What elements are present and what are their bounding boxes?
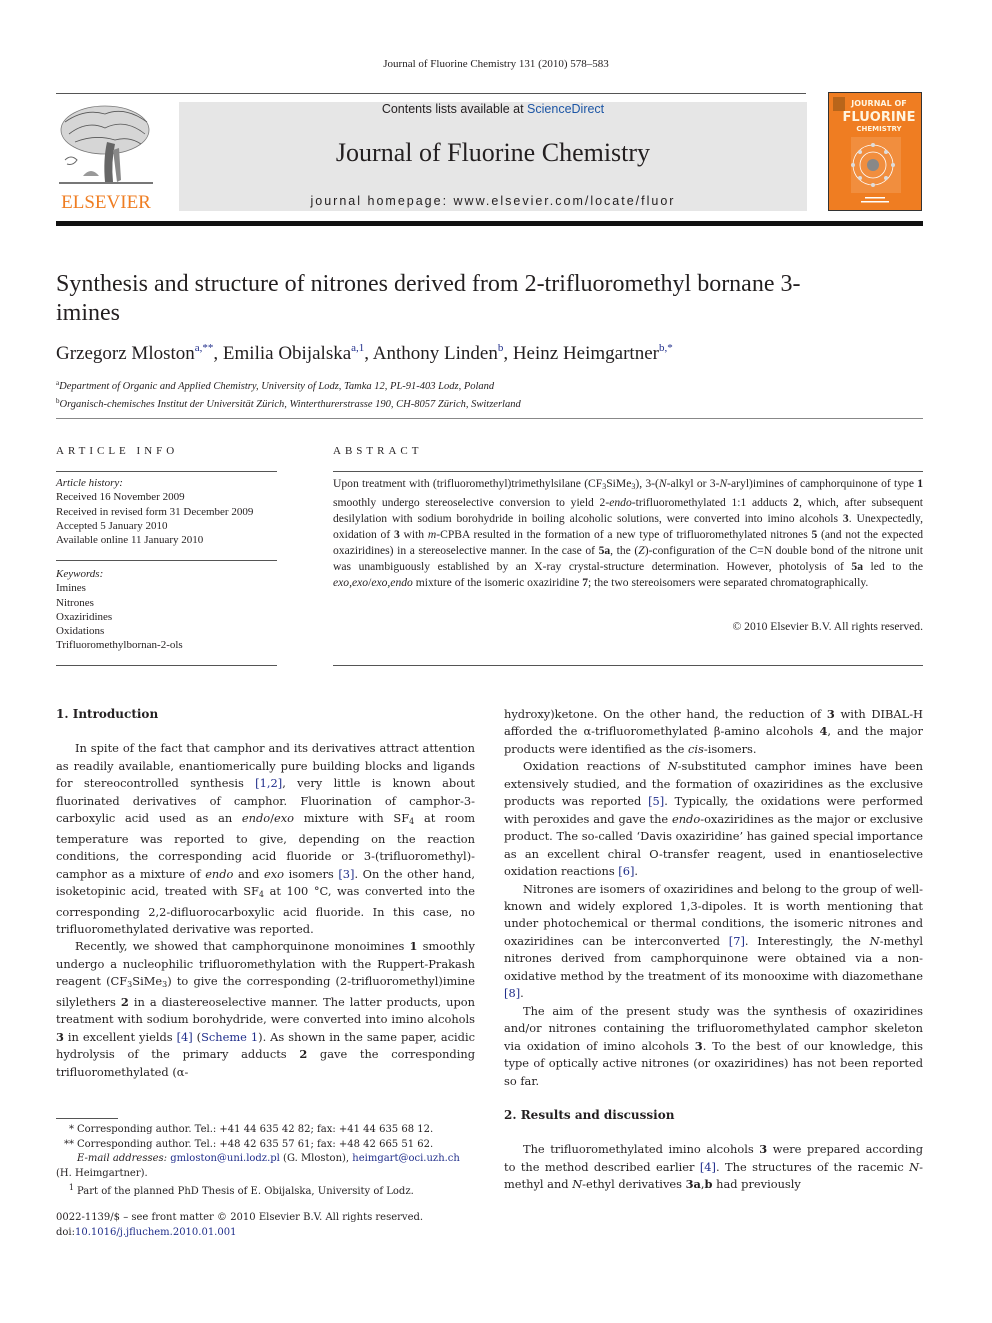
author-affil-mark[interactable]: b	[498, 342, 504, 354]
email-link[interactable]: gmloston@uni.lodz.pl	[170, 1153, 280, 1164]
history-item: Received in revised form 31 December 200…	[56, 505, 254, 518]
journal-homepage[interactable]: journal homepage: www.elsevier.com/locat…	[179, 194, 807, 208]
author-name[interactable]: Anthony Linden	[373, 343, 498, 364]
footnote-mark: *	[69, 1124, 74, 1135]
header-rule	[56, 93, 806, 94]
elsevier-logo[interactable]: ELSEVIER	[55, 100, 157, 213]
keyword: Nitrones	[56, 596, 94, 609]
footnote-mark: **	[64, 1138, 74, 1150]
doi-prefix: doi:	[56, 1226, 75, 1238]
keyword: Trifluoromethylbornan-2-ols	[56, 639, 183, 652]
author-affil-mark[interactable]: a,1	[351, 342, 364, 354]
footnote-mark: 1	[68, 1183, 74, 1193]
abstract-heading: ABSTRACT	[333, 445, 423, 457]
footnote-corresponding-1: * Corresponding author. Tel.: +41 44 635 …	[56, 1123, 486, 1138]
paragraph: Recently, we showed that camphorquinone …	[56, 939, 475, 1079]
footnote-1: 1 Part of the planned PhD Thesis of E. Ob…	[56, 1181, 486, 1200]
article-info-heading: ARTICLE INFO	[56, 445, 179, 457]
citation-link[interactable]: [4]	[177, 1030, 193, 1044]
journal-reference: Journal of Fluorine Chemistry 131 (2010)…	[383, 58, 609, 70]
body-column-right: hydroxy)ketone. On the other hand, the r…	[504, 706, 923, 1194]
citation-link[interactable]: [4]	[700, 1160, 716, 1174]
keywords: Keywords: Imines Nitrones Oxaziridines O…	[56, 567, 286, 653]
svg-text:FLUORINE: FLUORINE	[843, 110, 916, 125]
paragraph: hydroxy)ketone. On the other hand, the r…	[504, 707, 923, 756]
affiliation: aDepartment of Organic and Applied Chemi…	[56, 376, 521, 394]
keywords-rule	[56, 560, 277, 561]
issn-line: 0022-1139/$ – see front matter © 2010 El…	[56, 1212, 424, 1223]
footnotes: * Corresponding author. Tel.: +41 44 635 …	[56, 1123, 486, 1200]
affiliation-text: Department of Organic and Applied Chemis…	[59, 381, 495, 392]
journal-cover-icon: JOURNAL OF FLUORINE CHEMISTRY	[833, 97, 916, 203]
author-affil-mark[interactable]: b,*	[659, 342, 673, 354]
section-heading-results: 2. Results and discussion	[504, 1107, 675, 1122]
history-label: Article history:	[56, 477, 123, 489]
section-heading-introduction: 1. Introduction	[56, 707, 159, 721]
affiliations: aDepartment of Organic and Applied Chemi…	[56, 376, 521, 412]
citation-link[interactable]: [3]	[338, 867, 354, 881]
affiliation: bOrganisch-chemisches Institut der Unive…	[56, 394, 521, 412]
journal-cover-image[interactable]: JOURNAL OF FLUORINE CHEMISTRY	[828, 92, 922, 211]
contents-line: Contents lists available at ScienceDirec…	[179, 102, 807, 116]
abstract-rule	[333, 471, 923, 472]
footnote-text: Corresponding author. Tel.: +48 42 635 5…	[77, 1138, 434, 1150]
affiliation-text: Organisch-chemisches Institut der Univer…	[59, 399, 521, 410]
history-item: Received 16 November 2009	[56, 491, 185, 504]
abstract-body: Upon treatment with (trifluoromethyl)tri…	[333, 477, 924, 589]
doi-line: doi:10.1016/j.jfluchem.2010.01.001	[56, 1226, 486, 1241]
paragraph: Oxidation reactions of N-substituted cam…	[504, 759, 923, 879]
author-name[interactable]: Emilia Obijalska	[223, 343, 351, 364]
article-history: Article history: Received 16 November 20…	[56, 476, 286, 547]
email-link[interactable]: heimgart@oci.uzh.ch	[352, 1153, 460, 1164]
body-column-left: 1. Introduction In spite of the fact tha…	[56, 706, 475, 1081]
paragraph: The aim of the present study was the syn…	[504, 1003, 923, 1088]
paragraph: Nitrones are isomers of oxaziridines and…	[504, 881, 923, 1001]
doi-link[interactable]: 10.1016/j.jfluchem.2010.01.001	[75, 1227, 236, 1238]
article-info-bottom-rule	[56, 665, 277, 666]
svg-text:JOURNAL OF: JOURNAL OF	[850, 99, 906, 108]
paragraph: The trifluoromethylated imino alcohols 3…	[504, 1142, 923, 1192]
paragraph: In spite of the fact that camphor and it…	[56, 741, 475, 936]
citation-link[interactable]: [5]	[648, 794, 664, 808]
journal-name: Journal of Fluorine Chemistry	[335, 138, 651, 167]
citation-link[interactable]: [8]	[504, 986, 520, 1000]
author-list: Grzegorz Mlostona,**, Emilia Obijalskaa,…	[56, 342, 673, 364]
keyword: Oxidations	[56, 625, 105, 638]
elsevier-tree-icon: ELSEVIER	[59, 105, 153, 213]
citation-link[interactable]: [7]	[729, 934, 745, 948]
abstract-copyright: © 2010 Elsevier B.V. All rights reserved…	[732, 620, 923, 633]
front-matter: 0022-1139/$ – see front matter © 2010 El…	[56, 1211, 486, 1240]
abstract-bottom-rule	[333, 665, 923, 666]
citation-link[interactable]: [1,2]	[255, 776, 282, 790]
svg-text:ELSEVIER: ELSEVIER	[61, 192, 151, 212]
scheme-link[interactable]: Scheme 1	[201, 1030, 258, 1044]
keyword: Oxaziridines	[56, 610, 113, 623]
keywords-label: Keywords:	[56, 568, 104, 580]
sciencedirect-link[interactable]: ScienceDirect	[527, 102, 604, 116]
keyword: Imines	[56, 582, 86, 595]
author-affil-mark[interactable]: a,**	[195, 342, 214, 354]
footnote-rule	[56, 1118, 118, 1119]
footnote-text: Corresponding author. Tel.: +41 44 635 4…	[77, 1124, 434, 1135]
author-name[interactable]: Heinz Heimgartner	[513, 343, 659, 364]
article-info-rule	[56, 471, 277, 472]
svg-text:CHEMISTRY: CHEMISTRY	[856, 125, 902, 133]
email-owner: (G. Mloston),	[283, 1153, 350, 1165]
author-name[interactable]: Grzegorz Mloston	[56, 343, 195, 364]
footnote-emails-cont: (H. Heimgartner).	[56, 1167, 148, 1179]
contents-prefix: Contents lists available at	[381, 102, 528, 116]
footnote-corresponding-2: ** Corresponding author. Tel.: +48 42 635…	[56, 1138, 486, 1153]
citation-link[interactable]: [6]	[618, 864, 634, 878]
history-item: Accepted 5 January 2010	[56, 519, 168, 532]
abstract-text: Upon treatment with (trifluoromethyl)tri…	[333, 476, 923, 591]
email-label: E-mail addresses:	[77, 1153, 168, 1165]
title-rule	[56, 418, 923, 419]
footnote-emails: E-mail addresses: gmloston@uni.lodz.pl (…	[56, 1152, 486, 1167]
article-title: Synthesis and structure of nitrones deri…	[56, 271, 801, 326]
history-item: Available online 11 January 2010	[56, 534, 204, 547]
header-thick-rule	[56, 221, 923, 226]
footnote-text: Part of the planned PhD Thesis of E. Obi…	[77, 1186, 414, 1198]
